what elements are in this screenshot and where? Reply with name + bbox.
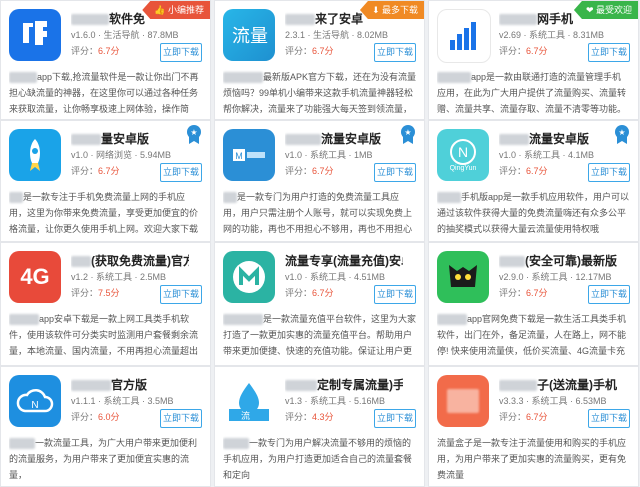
app-icon[interactable]: N	[9, 375, 61, 427]
most-downloaded-ribbon: ⬇ 最多下载	[359, 1, 424, 19]
app-card[interactable]: 流量 来了安卓 2.3.1 · 生活导航 · 8.02MB 评分：6.7分 立即…	[214, 0, 425, 120]
app-meta: 2.3.1 · 生活导航 · 8.02MB	[285, 30, 389, 40]
app-score: 评分：6.7分	[499, 288, 548, 298]
app-icon[interactable]	[437, 9, 491, 63]
app-title[interactable]: 流量安卓版	[499, 130, 617, 147]
app-description: 流量盒子是一款专注于流量使用和购买的手机应用，为用户带来了更加实惠的流量购买，更…	[437, 438, 627, 480]
app-meta: v1.3 · 系统工具 · 5.16MB	[285, 396, 386, 406]
svg-text:★: ★	[190, 128, 197, 137]
app-card[interactable]: 流 定制专属流量)手机 v1.3 · 系统工具 · 5.16MB 评分：4.3分…	[214, 366, 425, 487]
app-icon[interactable]: 4G	[9, 251, 61, 303]
medal-icon: ★	[401, 125, 415, 144]
app-meta: v2.69 · 系统工具 · 8.31MB	[499, 30, 605, 40]
app-icon[interactable]	[9, 9, 61, 61]
app-card[interactable]: 软件免 v1.6.0 · 生活导航 · 87.8MB 评分：6.7分 立即下载 …	[0, 0, 211, 120]
app-title[interactable]: 流量专享(流量充值)安卓版	[285, 252, 403, 269]
download-button[interactable]: 立即下载	[588, 409, 630, 428]
app-card[interactable]: 流量专享(流量充值)安卓版 v1.0 · 系统工具 · 4.51MB 评分：6.…	[214, 242, 425, 366]
app-meta: v1.0 · 系统工具 · 4.1MB	[499, 150, 595, 160]
download-button[interactable]: 立即下载	[160, 285, 202, 304]
app-meta: v1.2 · 系统工具 · 2.5MB	[71, 272, 167, 282]
download-button[interactable]: 立即下载	[160, 163, 202, 182]
app-title[interactable]: 量安卓版	[71, 130, 189, 147]
app-icon-label: QingYun	[449, 164, 477, 172]
app-card[interactable]: 网手机 v2.69 · 系统工具 · 8.31MB 评分：6.7分 立即下载 ❤…	[428, 0, 639, 120]
app-card[interactable]: 子(送流量)手机版 v3.3.3 · 系统工具 · 6.53MB 评分：6.7分…	[428, 366, 639, 487]
svg-text:流: 流	[232, 26, 250, 47]
download-button[interactable]: 立即下载	[160, 43, 202, 62]
app-meta: v1.0 · 系统工具 · 4.51MB	[285, 272, 386, 282]
svg-text:N: N	[31, 400, 38, 411]
download-button[interactable]: 立即下载	[160, 409, 202, 428]
app-icon-label: 4G	[20, 264, 50, 289]
app-title[interactable]: 流量安卓版	[285, 130, 403, 147]
download-button[interactable]: 立即下载	[374, 163, 416, 182]
svg-text:★: ★	[618, 128, 625, 137]
app-description: 是一款专注于手机免费流量上网的手机应用，这里为你带来免费流量，享受更加便宜的价格…	[9, 192, 199, 234]
download-button[interactable]: 立即下载	[588, 43, 630, 62]
download-button[interactable]: 立即下载	[588, 285, 630, 304]
download-button[interactable]: 立即下载	[588, 163, 630, 182]
download-button[interactable]: 立即下载	[374, 409, 416, 428]
app-card[interactable]: M 流量安卓版 v1.0 · 系统工具 · 1MB 评分：6.7分 立即下载 ★…	[214, 120, 425, 242]
app-score: 评分：6.7分	[499, 412, 548, 422]
app-grid: 软件免 v1.6.0 · 生活导航 · 87.8MB 评分：6.7分 立即下载 …	[0, 0, 640, 487]
app-icon[interactable]	[437, 251, 489, 303]
app-meta: v1.1.1 · 系统工具 · 3.5MB	[71, 396, 174, 406]
app-description: app是一款由联通打造的流量管理手机应用，在此为广大用户提供了流量购买、流量转赠…	[437, 72, 627, 114]
svg-text:量: 量	[250, 26, 268, 47]
app-description: 是一款流量充值平台软件，这里为大家打造了一款更加实惠的流量充值平台。帮助用户带来…	[223, 314, 416, 356]
app-score: 评分：6.7分	[285, 288, 334, 298]
app-description: app官网免费下载是一款生活工具类手机软件，出门在外，备足流量，人在路上，网不能…	[437, 314, 627, 356]
app-meta: v3.3.3 · 系统工具 · 6.53MB	[499, 396, 607, 406]
app-meta: v2.9.0 · 系统工具 · 12.17MB	[499, 272, 612, 282]
app-score: 评分：6.7分	[499, 166, 548, 176]
app-card[interactable]: N QingYun 流量安卓版 v1.0 · 系统工具 · 4.1MB 评分：6…	[428, 120, 639, 242]
app-icon[interactable]	[9, 129, 61, 181]
app-score: 评分：4.3分	[285, 412, 334, 422]
app-card[interactable]: 4G (获取免费流量)官方 v1.2 · 系统工具 · 2.5MB 评分：7.5…	[0, 242, 211, 366]
svg-text:流: 流	[241, 410, 250, 421]
app-meta: v1.0 · 系统工具 · 1MB	[285, 150, 373, 160]
medal-icon: ★	[187, 125, 201, 144]
app-icon[interactable]: M	[223, 129, 275, 181]
app-description: 一款专门为用户解决流量不够用的烦恼的手机应用，为用户打造更加适合自己的流量套餐和…	[223, 438, 413, 480]
app-icon[interactable]	[223, 251, 275, 303]
app-description: 手机版app是一款手机应用软件，用户可以通过该软件获得大量的免费流量嗨还有众多公…	[437, 192, 630, 234]
app-icon[interactable]	[437, 375, 489, 427]
app-meta: v1.0 · 网络浏览 · 5.94MB	[71, 150, 172, 160]
most-popular-ribbon: ❤ 最受欢迎	[573, 1, 638, 19]
app-title[interactable]: (安全可靠)最新版	[499, 252, 617, 269]
app-score: 评分：6.7分	[71, 46, 120, 56]
app-score: 评分：6.7分	[499, 46, 548, 56]
svg-text:N: N	[458, 144, 468, 160]
app-card[interactable]: 量安卓版 v1.0 · 网络浏览 · 5.94MB 评分：6.7分 立即下载 ★…	[0, 120, 211, 242]
app-score: 评分：6.7分	[71, 166, 120, 176]
app-score: 评分：7.5分	[71, 288, 120, 298]
app-description: app下载,抢流量软件是一款让你出门不再担心缺流量的神器，在这里你可以通过各种任…	[9, 72, 199, 114]
app-meta: v1.6.0 · 生活导航 · 87.8MB	[71, 30, 179, 40]
app-card[interactable]: (安全可靠)最新版 v2.9.0 · 系统工具 · 12.17MB 评分：6.7…	[428, 242, 639, 366]
app-card[interactable]: N 官方版 v1.1.1 · 系统工具 · 3.5MB 评分：6.0分 立即下载…	[0, 366, 211, 487]
app-title[interactable]: (获取免费流量)官方	[71, 252, 189, 269]
app-score: 评分：6.7分	[285, 166, 334, 176]
download-button[interactable]: 立即下载	[374, 285, 416, 304]
app-description: 最新版APK官方下载，还在为没有流量烦恼吗？99单机小编带来这款手机流量神器轻松…	[223, 72, 416, 114]
app-description: 一款流量工具，为广大用户带来更加便利的流量服务，为用户带来了更加便宜实惠的流量，	[9, 438, 198, 480]
app-score: 评分：6.0分	[71, 412, 120, 422]
download-button[interactable]: 立即下载	[374, 43, 416, 62]
recommend-ribbon: 👍 小编推荐	[142, 1, 210, 19]
svg-text:M: M	[235, 151, 243, 161]
app-title[interactable]: 子(送流量)手机版	[499, 376, 617, 393]
svg-text:★: ★	[404, 128, 411, 137]
app-icon[interactable]: N QingYun	[437, 129, 489, 181]
app-title[interactable]: 定制专属流量)手机	[285, 376, 403, 393]
app-description: 是一款专门为用户打造的免费流量工具应用，用户只需注册个人账号，就可以实现免费上网…	[223, 192, 413, 234]
app-icon[interactable]: 流量	[223, 9, 275, 61]
app-icon[interactable]: 流	[223, 375, 275, 427]
app-description: app安卓下载是一款上网工具类手机软件，使用该软件可分类实时监测用户套餐剩余流量…	[9, 314, 199, 356]
app-title[interactable]: 官方版	[71, 376, 189, 393]
app-score: 评分：6.7分	[285, 46, 334, 56]
medal-icon: ★	[615, 125, 629, 144]
